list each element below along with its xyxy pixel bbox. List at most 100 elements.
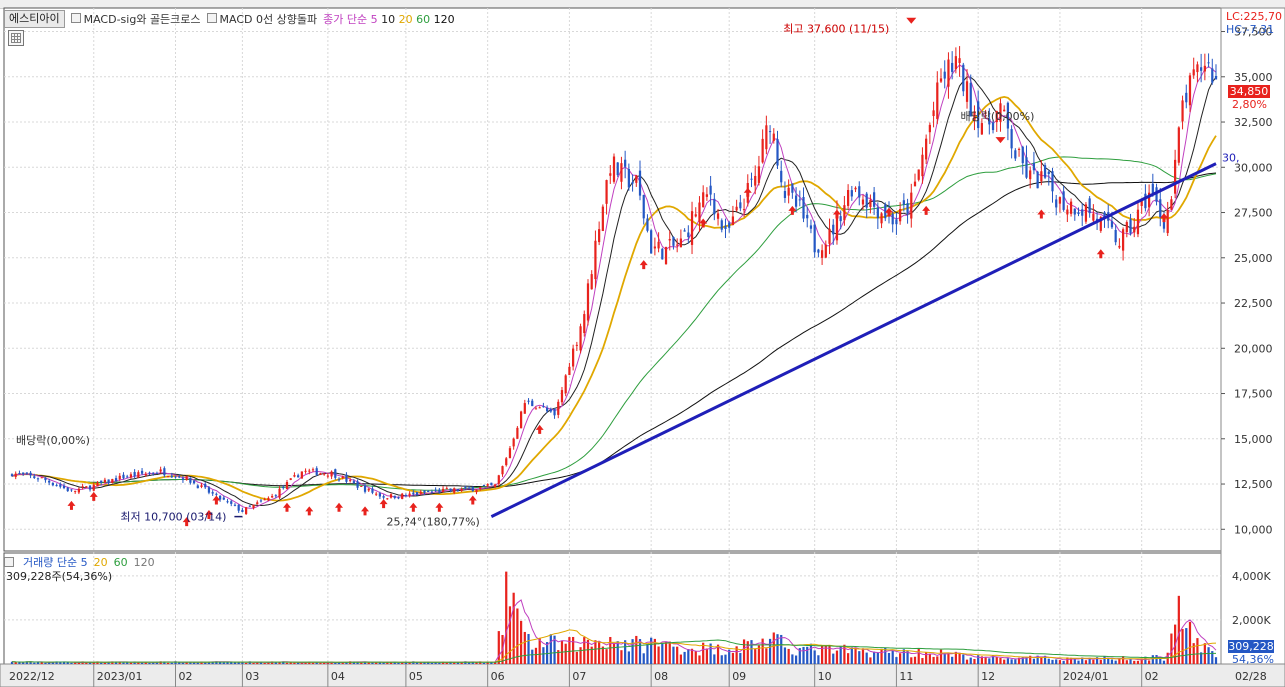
candle-body	[1207, 62, 1210, 64]
candle-body	[230, 501, 233, 504]
candle-body	[876, 207, 879, 219]
volume-bar	[542, 647, 545, 664]
candle-body	[638, 170, 642, 196]
volume-bar	[951, 656, 954, 664]
volume-bar	[698, 655, 701, 664]
volume-bar	[780, 634, 783, 664]
candle-body	[601, 206, 604, 231]
candle-body	[676, 244, 679, 246]
price-tick-label: 12,500	[1234, 478, 1273, 491]
candle-body	[925, 138, 928, 160]
grid-toggle-icon[interactable]	[8, 30, 24, 46]
volume-bar	[1006, 658, 1010, 664]
checkbox-icon[interactable]	[206, 13, 217, 23]
volume-bar	[913, 656, 917, 664]
candle-body	[1092, 213, 1095, 221]
volume-bar	[754, 649, 757, 664]
volume-bar	[910, 657, 913, 664]
volume-bar	[921, 658, 924, 664]
candle-body	[523, 403, 526, 414]
volume-bar	[839, 646, 842, 664]
candle-body	[1114, 229, 1117, 243]
stock-chart[interactable]: 37,50035,00032,50030,00027,50025,00022,5…	[0, 0, 1285, 687]
indicator-2[interactable]: MACD 0선 상향돌파	[206, 11, 317, 27]
stock-name-tag[interactable]: 에스티아이	[4, 10, 65, 28]
candle-body	[248, 505, 251, 507]
candle-body	[843, 205, 846, 221]
candle-body	[962, 64, 965, 92]
volume-bar	[1040, 657, 1043, 664]
candle-body	[330, 471, 333, 477]
candle-body	[389, 494, 393, 498]
candle-body	[222, 497, 225, 500]
candle-body	[18, 473, 21, 475]
volume-bar	[624, 640, 627, 664]
volume-bar	[1103, 656, 1106, 664]
candle-body	[137, 472, 140, 478]
candle-body	[501, 466, 504, 475]
candle-body	[1021, 146, 1024, 164]
volume-bar	[170, 662, 173, 664]
candle-body	[598, 229, 601, 243]
price-tick-label: 20,000	[1234, 342, 1273, 355]
candle-body	[471, 486, 474, 492]
candle-body	[441, 488, 445, 492]
candle-body	[832, 224, 835, 235]
volume-bar	[1114, 660, 1117, 664]
volume-bar	[850, 647, 853, 664]
dividend-label-2: 배당락(0,00%)	[960, 110, 1034, 123]
volume-bar	[783, 647, 787, 664]
candle-body	[534, 408, 538, 410]
candle-body	[111, 478, 114, 483]
volume-bar	[1125, 660, 1128, 664]
price-tick-label: 15,000	[1234, 433, 1273, 446]
candle-body	[1047, 171, 1050, 174]
candle-body	[702, 192, 705, 208]
checkbox-icon[interactable]	[4, 557, 14, 567]
candle-body	[345, 474, 348, 482]
volume-bar	[869, 657, 872, 664]
candle-body	[542, 406, 545, 408]
candle-body	[311, 469, 315, 471]
candle-body	[776, 139, 779, 166]
volume-bar	[1092, 659, 1095, 664]
candle-body	[1121, 229, 1125, 251]
volume-bar	[1110, 659, 1114, 664]
candle-body	[1040, 171, 1043, 182]
volume-bar	[18, 662, 21, 664]
volume-bar	[419, 662, 422, 664]
volume-bar	[676, 646, 679, 664]
candle-body	[423, 490, 426, 493]
candle-body	[1032, 162, 1036, 171]
candle-body	[709, 185, 712, 195]
candle-body	[267, 497, 270, 501]
candle-body	[991, 122, 995, 131]
price-tick-label: 10,000	[1234, 523, 1273, 536]
candle-body	[207, 487, 211, 493]
volume-bar	[129, 662, 133, 664]
candle-body	[174, 476, 177, 478]
ma-legend[interactable]: 종가 단순 5 10 20 60 120	[323, 11, 454, 27]
candle-body	[59, 484, 62, 487]
candle-body	[337, 479, 341, 481]
candle-body	[765, 125, 768, 150]
candle-body	[244, 507, 248, 514]
candle-body	[505, 458, 508, 466]
candle-body	[913, 181, 917, 187]
indicator-1[interactable]: MACD-sig와 골든크로스	[70, 11, 201, 27]
high-price-label: 최고 37,600 (11/15)	[783, 23, 889, 36]
volume-bar	[375, 662, 378, 664]
volume-bar	[1207, 647, 1210, 664]
volume-bar	[1214, 657, 1218, 664]
checkbox-icon[interactable]	[70, 13, 81, 23]
candle-body	[802, 196, 805, 219]
volume-bar	[1003, 659, 1006, 664]
volume-bar	[1051, 659, 1054, 664]
candle-body	[873, 192, 876, 207]
candle-body	[1077, 212, 1080, 214]
x-tick-label: 04	[331, 670, 345, 683]
candle-body	[817, 249, 820, 253]
candle-body	[122, 474, 125, 479]
price-tick-label: 17,500	[1234, 388, 1273, 401]
candle-body	[932, 110, 935, 117]
